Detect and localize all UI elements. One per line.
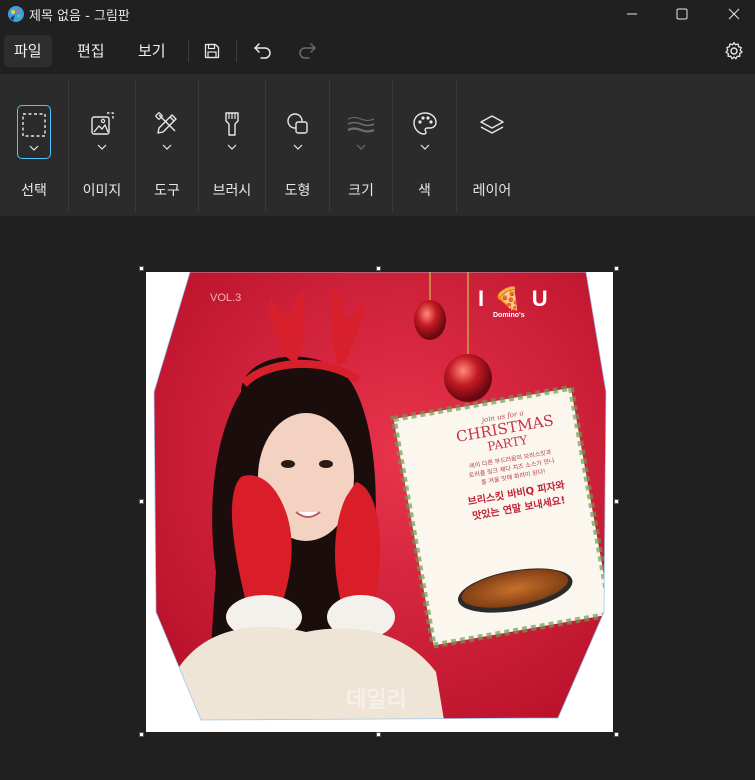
menu-divider-2 [236,40,237,62]
ribbon-toolbar: 선택 이미지 도구 브러시 도형 크기 색 레이어 [0,74,755,216]
brush-button[interactable] [214,104,250,160]
layers-button[interactable] [474,104,510,160]
ribbon-label-brush: 브러시 [212,183,252,199]
ribbon-label-tools: 도구 [154,183,180,199]
size-button[interactable] [343,104,379,160]
drawing-canvas[interactable]: VOL.3 I 🍕 U Domino's join us for a CHRIS… [146,272,613,732]
layers-icon [480,115,504,134]
minimize-icon [627,13,637,15]
resize-handle-bottom-right[interactable] [614,732,619,737]
image-icon [91,112,114,135]
brush-icon [225,112,239,136]
save-button[interactable] [197,37,227,65]
paint-app-icon [8,6,24,22]
ribbon-label-selection: 선택 [21,183,47,199]
domino-logo: I 🍕 U [478,286,550,311]
ribbon-group-tools[interactable]: 도구 [136,74,198,216]
ribbon-label-color: 색 [418,183,431,199]
resize-handle-top[interactable] [376,266,381,271]
chevron-down-icon [227,144,237,150]
ribbon-label-shapes: 도형 [284,183,311,199]
redo-button[interactable] [292,37,322,65]
resize-handle-top-left[interactable] [139,266,144,271]
ribbon-group-size[interactable]: 크기 [330,74,392,216]
tools-button[interactable] [149,104,185,160]
resize-handle-left[interactable] [139,499,144,504]
ribbon-label-size: 크기 [348,183,374,199]
chevron-down-icon [356,144,366,150]
save-icon [204,43,220,59]
ribbon-label-image: 이미지 [82,183,122,199]
ribbon-label-layers: 레이어 [472,183,512,199]
selection-tool-button[interactable] [17,105,51,159]
chevron-down-icon [293,144,302,150]
size-icon [347,117,375,133]
ribbon-group-image[interactable]: 이미지 [69,74,135,216]
chevron-down-icon [97,144,107,150]
maximize-button[interactable] [659,0,705,28]
menu-bar: 파일 편집 보기 [0,30,755,72]
ribbon-group-brush[interactable]: 브러시 [199,74,265,216]
ribbon-group-shapes[interactable]: 도형 [266,74,329,216]
close-button[interactable] [711,0,755,28]
gear-icon [725,41,743,60]
poster-volume-label: VOL.3 [210,292,242,304]
menu-edit[interactable]: 편집 [67,35,115,67]
color-button[interactable] [407,104,443,160]
palette-icon [412,112,437,135]
resize-handle-bottom[interactable] [376,732,381,737]
minimize-button[interactable] [609,0,655,28]
chevron-down-icon [162,144,172,150]
shapes-button[interactable] [280,104,316,160]
close-icon [728,8,740,20]
chevron-down-icon [420,144,429,150]
menu-view[interactable]: 보기 [128,35,176,67]
ribbon-group-color[interactable]: 색 [393,74,456,216]
resize-handle-top-right[interactable] [614,266,619,271]
chevron-down-icon [29,145,39,151]
undo-button[interactable] [248,37,278,65]
settings-button[interactable] [719,37,749,65]
maximize-icon [676,8,688,20]
menu-divider [188,40,189,62]
title-bar: 제목 없음 - 그림판 [0,0,755,28]
pencil-tools-icon [155,112,177,134]
undo-icon [254,43,271,59]
selection-icon [22,113,46,137]
redo-icon [299,43,316,59]
ribbon-group-layers[interactable]: 레이어 [457,74,527,216]
image-tool-button[interactable] [84,104,120,160]
menu-file[interactable]: 파일 [4,35,52,67]
window-title: 제목 없음 - 그림판 [29,9,130,24]
domino-brand-name: Domino's [493,312,525,319]
news-watermark: 데일리 [346,688,407,713]
resize-handle-right[interactable] [614,499,619,504]
shapes-icon [286,113,308,134]
resize-handle-bottom-left[interactable] [139,732,144,737]
ribbon-group-selection[interactable]: 선택 [0,74,68,216]
